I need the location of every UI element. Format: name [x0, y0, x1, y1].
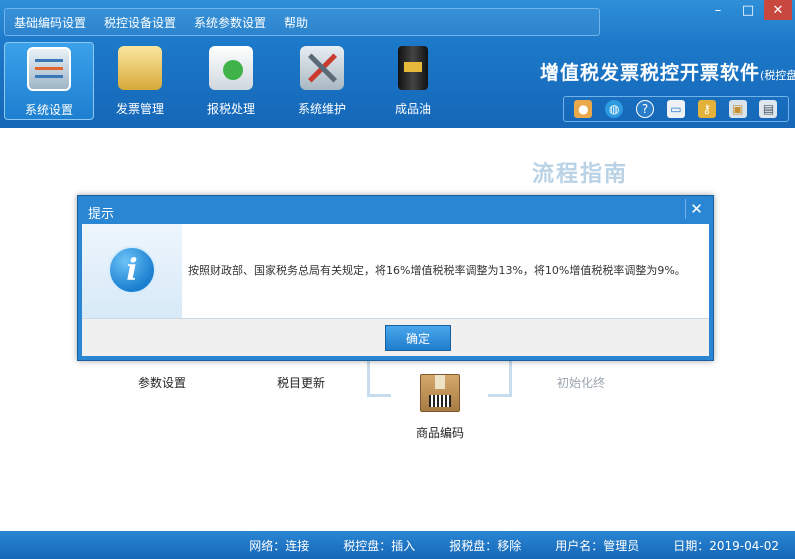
window-close-button[interactable]: ✕	[764, 0, 792, 20]
toolbar-system-maintenance[interactable]: 系统维护	[277, 42, 367, 120]
lock-icon[interactable]: ▣	[728, 100, 747, 118]
dialog-message: 按照财政部、国家税务总局有关规定，将16%增值税税率调整为13%，将10%增值税…	[188, 264, 686, 277]
menu-base-code-settings[interactable]: 基础编码设置	[5, 14, 95, 31]
brand-subtitle: (税控盘版)	[760, 69, 795, 82]
status-bar: 网络：连接 税控盘：插入 报税盘：移除 用户名：管理员 日期：2019-04-0…	[0, 531, 795, 559]
status-tax-disk: 税控盘：插入	[343, 538, 416, 553]
menu-tax-device-settings[interactable]: 税控设备设置	[95, 14, 185, 31]
flow-connector	[367, 360, 370, 396]
step-param-settings[interactable]: 参数设置	[138, 374, 186, 391]
tools-icon	[300, 46, 344, 90]
toolbar-invoice-management[interactable]: 发票管理	[95, 42, 185, 120]
key-icon[interactable]: ⚷	[697, 100, 716, 118]
maximize-button[interactable]: □	[734, 0, 762, 20]
menu-help[interactable]: 帮助	[275, 14, 317, 31]
status-report-disk: 报税盘：移除	[449, 538, 522, 553]
status-user: 用户名：管理员	[555, 538, 640, 553]
title-toolbar-area: 基础编码设置 税控设备设置 系统参数设置 帮助 – □ ✕ 系统设置 发票管理 …	[0, 0, 795, 128]
info-icon: i	[108, 246, 156, 294]
toolbar-label: 发票管理	[115, 102, 164, 116]
toolbar-label: 系统设置	[24, 103, 73, 117]
product-box-icon[interactable]	[420, 374, 460, 412]
folder-icon	[118, 46, 162, 90]
minimize-button[interactable]: –	[704, 0, 732, 20]
menu-system-param-settings[interactable]: 系统参数设置	[185, 14, 275, 31]
toolbar-label: 成品油	[394, 102, 431, 116]
status-date: 日期：2019-04-02	[673, 538, 779, 553]
dialog-title: 提示	[88, 207, 115, 222]
flow-connector	[367, 394, 391, 397]
user-icon[interactable]: ●	[574, 100, 593, 118]
globe-icon[interactable]: ◍	[605, 100, 624, 118]
notice-dialog: 提示 ✕ i 按照财政部、国家税务总局有关规定，将16%增值税税率调整为13%，…	[77, 195, 714, 361]
ok-button[interactable]: 确定	[385, 325, 451, 351]
dialog-close-button[interactable]: ✕	[685, 199, 707, 219]
dialog-icon-pane: i	[82, 224, 182, 318]
quick-icon-bar: ● ◍ ? ▭ ⚷ ▣ ▤	[563, 96, 789, 122]
toolbar-tax-report[interactable]: 报税处理	[186, 42, 276, 120]
step-tax-item-update[interactable]: 税目更新	[277, 374, 325, 391]
flow-connector	[509, 360, 512, 396]
toolbar-refined-oil[interactable]: 成品油	[368, 42, 458, 120]
window-icon[interactable]: ▭	[666, 100, 685, 118]
toolbar-label: 系统维护	[297, 102, 346, 116]
toolbar-label: 报税处理	[206, 102, 255, 116]
oil-barrel-icon	[398, 46, 428, 90]
dialog-footer: 确定	[82, 318, 709, 356]
product-brand: 增值税发票税控开票软件(税控盘版)	[540, 58, 795, 85]
step-initialize[interactable]: 初始化终	[557, 374, 605, 391]
settings-panel-icon	[27, 47, 71, 91]
brand-title: 增值税发票税控开票软件	[540, 62, 761, 84]
calculator-icon[interactable]: ▤	[759, 100, 778, 118]
dialog-body: i 按照财政部、国家税务总局有关规定，将16%增值税税率调整为13%，将10%增…	[82, 224, 709, 318]
toolbar-system-settings[interactable]: 系统设置	[4, 42, 94, 120]
step-product-code[interactable]: 商品编码	[416, 424, 464, 441]
status-network: 网络：连接	[249, 538, 310, 553]
tax-report-icon	[209, 46, 253, 90]
help-icon[interactable]: ?	[636, 100, 655, 118]
guide-title: 流程指南	[532, 162, 629, 187]
menu-bar: 基础编码设置 税控设备设置 系统参数设置 帮助	[4, 8, 600, 36]
